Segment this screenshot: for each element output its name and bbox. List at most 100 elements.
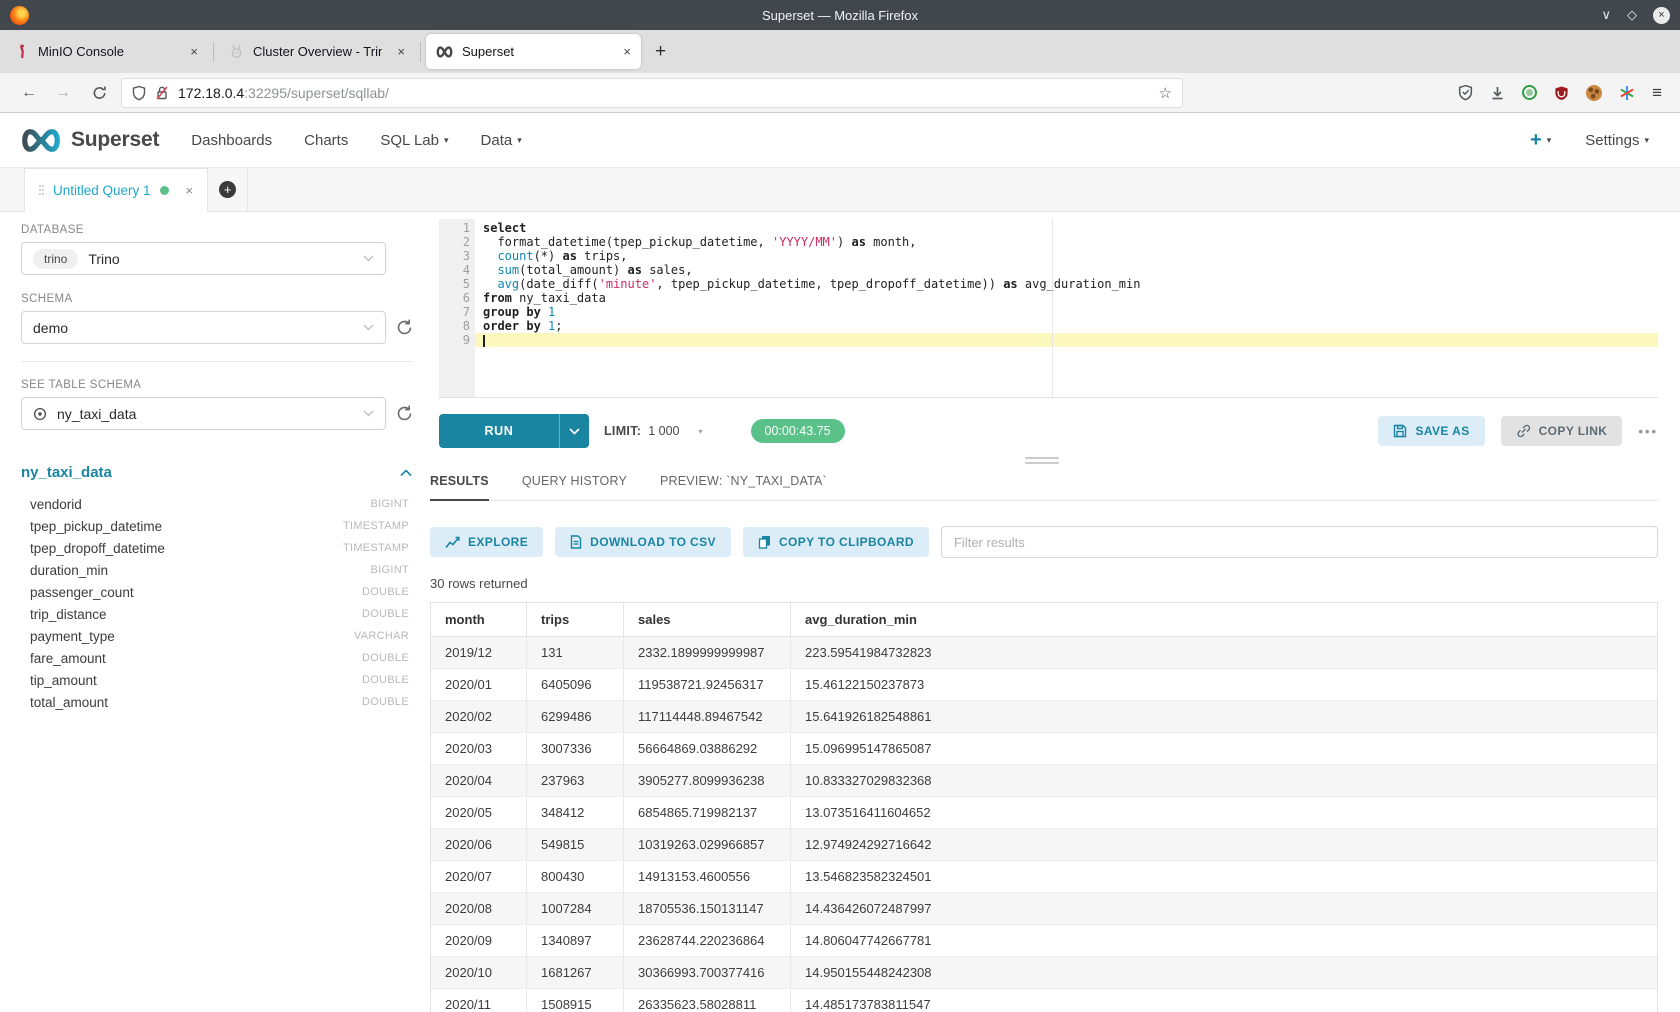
- schema-value: demo: [33, 320, 68, 336]
- schema-column-row[interactable]: tpep_dropoff_datetimeTIMESTAMP: [21, 537, 412, 559]
- run-dropdown-button[interactable]: [560, 428, 589, 435]
- table-row: 2020/03300733656664869.0388629215.096995…: [431, 733, 1657, 765]
- column-header[interactable]: trips: [526, 603, 623, 636]
- collapse-chevron-up-icon[interactable]: [400, 469, 412, 477]
- nav-item-sqllab[interactable]: SQL Lab▾: [380, 132, 448, 149]
- explore-button[interactable]: EXPLORE: [430, 527, 543, 557]
- text-cursor: [483, 335, 485, 347]
- more-options-icon[interactable]: •••: [1638, 424, 1658, 439]
- code-line[interactable]: format_datetime(tpep_pickup_datetime, 'Y…: [475, 235, 1658, 249]
- database-badge: trino: [33, 249, 78, 269]
- nav-item-data[interactable]: Data▾: [481, 132, 522, 149]
- code-line[interactable]: [475, 333, 1658, 347]
- window-close-icon[interactable]: ×: [1653, 7, 1670, 24]
- table-cell: 348412: [526, 797, 623, 828]
- table-row: 2020/042379633905277.809993623810.833327…: [431, 765, 1657, 797]
- window-maximize-icon[interactable]: ◇: [1627, 7, 1637, 23]
- schema-column-row[interactable]: payment_typeVARCHAR: [21, 625, 412, 647]
- column-header[interactable]: month: [431, 603, 526, 636]
- refresh-table-icon[interactable]: [395, 404, 414, 423]
- superset-brand[interactable]: Superset: [19, 127, 159, 154]
- split-drag-handle[interactable]: [425, 448, 1658, 472]
- settings-menu[interactable]: Settings ▾: [1585, 132, 1649, 149]
- table-cell: 2019/12: [431, 637, 526, 668]
- table-cell: 2020/11: [431, 989, 526, 1012]
- ublock-origin-icon[interactable]: [1554, 85, 1569, 101]
- filter-results-input[interactable]: [941, 526, 1658, 558]
- code-line[interactable]: order by 1;: [475, 319, 1658, 333]
- schema-column-row[interactable]: total_amountDOUBLE: [21, 691, 412, 713]
- table-cell: 15.096995147865087: [790, 733, 1657, 764]
- browser-tab-minio[interactable]: MinIO Console ×: [5, 34, 208, 69]
- table-cell: 1508915: [526, 989, 623, 1012]
- limit-control[interactable]: LIMIT: 1 000 ▾: [604, 424, 703, 438]
- code-line[interactable]: count(*) as trips,: [475, 249, 1658, 263]
- table-cell: 15.46122150237873: [790, 669, 1657, 700]
- back-icon[interactable]: ←: [12, 84, 46, 102]
- new-tab-button[interactable]: +: [655, 41, 666, 63]
- browser-tab-trino[interactable]: Cluster Overview - Trino ×: [219, 34, 415, 69]
- copy-link-button[interactable]: COPY LINK: [1501, 416, 1623, 446]
- schema-column-row[interactable]: passenger_countDOUBLE: [21, 581, 412, 603]
- schema-column-row[interactable]: fare_amountDOUBLE: [21, 647, 412, 669]
- nav-item-dashboards[interactable]: Dashboards: [191, 132, 272, 149]
- chevron-down-icon: [569, 428, 580, 435]
- download-csv-button[interactable]: DOWNLOAD TO CSV: [555, 527, 731, 557]
- tab-results[interactable]: RESULTS: [430, 474, 489, 501]
- lock-insecure-icon[interactable]: [155, 85, 169, 101]
- save-as-button[interactable]: SAVE AS: [1378, 416, 1484, 446]
- clipboard-copy-icon: [758, 535, 771, 549]
- table-cell: 23628744.220236864: [623, 925, 790, 956]
- code-line[interactable]: avg(date_diff('minute', tpep_pickup_date…: [475, 277, 1658, 291]
- schema-column-row[interactable]: vendoridBIGINT: [21, 493, 412, 515]
- database-select[interactable]: trino Trino: [21, 242, 386, 275]
- query-tab-active[interactable]: Untitled Query 1 ×: [24, 168, 208, 212]
- extension-green-icon[interactable]: [1522, 85, 1537, 100]
- copy-clipboard-button[interactable]: COPY TO CLIPBOARD: [743, 527, 929, 557]
- schema-select[interactable]: demo: [21, 311, 386, 344]
- table-row: 2020/016405096119538721.9245631715.46122…: [431, 669, 1657, 701]
- tab-preview[interactable]: PREVIEW: `NY_TAXI_DATA`: [660, 474, 827, 500]
- refresh-schema-icon[interactable]: [395, 318, 414, 337]
- cookie-extension-icon[interactable]: [1586, 85, 1602, 101]
- query-tab-label: Untitled Query 1: [53, 183, 151, 198]
- tab-query-history[interactable]: QUERY HISTORY: [522, 474, 627, 500]
- url-field[interactable]: 172.18.0.4:32295/superset/sqllab/ ☆: [121, 78, 1183, 108]
- schema-column-row[interactable]: tpep_pickup_datetimeTIMESTAMP: [21, 515, 412, 537]
- bookmark-star-icon[interactable]: ☆: [1159, 84, 1172, 102]
- tab-close-icon[interactable]: ×: [623, 44, 631, 59]
- tab-close-icon[interactable]: ×: [190, 44, 198, 59]
- reload-icon[interactable]: [92, 85, 107, 101]
- schema-column-row[interactable]: duration_minBIGINT: [21, 559, 412, 581]
- column-header[interactable]: avg_duration_min: [790, 603, 1657, 636]
- forward-icon[interactable]: →: [46, 84, 80, 102]
- tab-close-icon[interactable]: ×: [397, 44, 405, 59]
- protections-shield-icon[interactable]: [1458, 84, 1473, 101]
- url-host: 172.18.0.4: [178, 85, 244, 101]
- downloads-icon[interactable]: [1490, 85, 1505, 101]
- code-line[interactable]: select: [475, 221, 1658, 235]
- code-line[interactable]: group by 1: [475, 305, 1658, 319]
- nav-item-charts[interactable]: Charts: [304, 132, 348, 149]
- code-line[interactable]: sum(total_amount) as sales,: [475, 263, 1658, 277]
- new-item-menu[interactable]: + ▾: [1530, 130, 1551, 150]
- menu-hamburger-icon[interactable]: ≡: [1652, 83, 1662, 103]
- schema-column-row[interactable]: trip_distanceDOUBLE: [21, 603, 412, 625]
- table-schema-title[interactable]: ny_taxi_data: [21, 464, 112, 481]
- drag-handle-icon[interactable]: [39, 185, 44, 196]
- table-cell: 117114448.89467542: [623, 701, 790, 732]
- run-button[interactable]: RUN: [439, 414, 589, 448]
- browser-tab-superset[interactable]: Superset ×: [426, 34, 641, 69]
- permissions-shield-icon[interactable]: [132, 85, 146, 101]
- table-row: 2020/08100728418705536.15013114714.43642…: [431, 893, 1657, 925]
- schema-column-row[interactable]: tip_amountDOUBLE: [21, 669, 412, 691]
- multicolor-asterisk-extension-icon[interactable]: [1619, 85, 1635, 101]
- column-header[interactable]: sales: [623, 603, 790, 636]
- add-query-tab-button[interactable]: +: [208, 167, 248, 211]
- window-minimize-icon[interactable]: ∨: [1601, 7, 1611, 23]
- sql-editor[interactable]: 123456789 select format_datetime(tpep_pi…: [439, 219, 1658, 398]
- query-tab-close-icon[interactable]: ×: [186, 183, 194, 198]
- table-cell: 15.641926182548861: [790, 701, 1657, 732]
- table-select[interactable]: ny_taxi_data: [21, 397, 386, 430]
- code-line[interactable]: from ny_taxi_data: [475, 291, 1658, 305]
